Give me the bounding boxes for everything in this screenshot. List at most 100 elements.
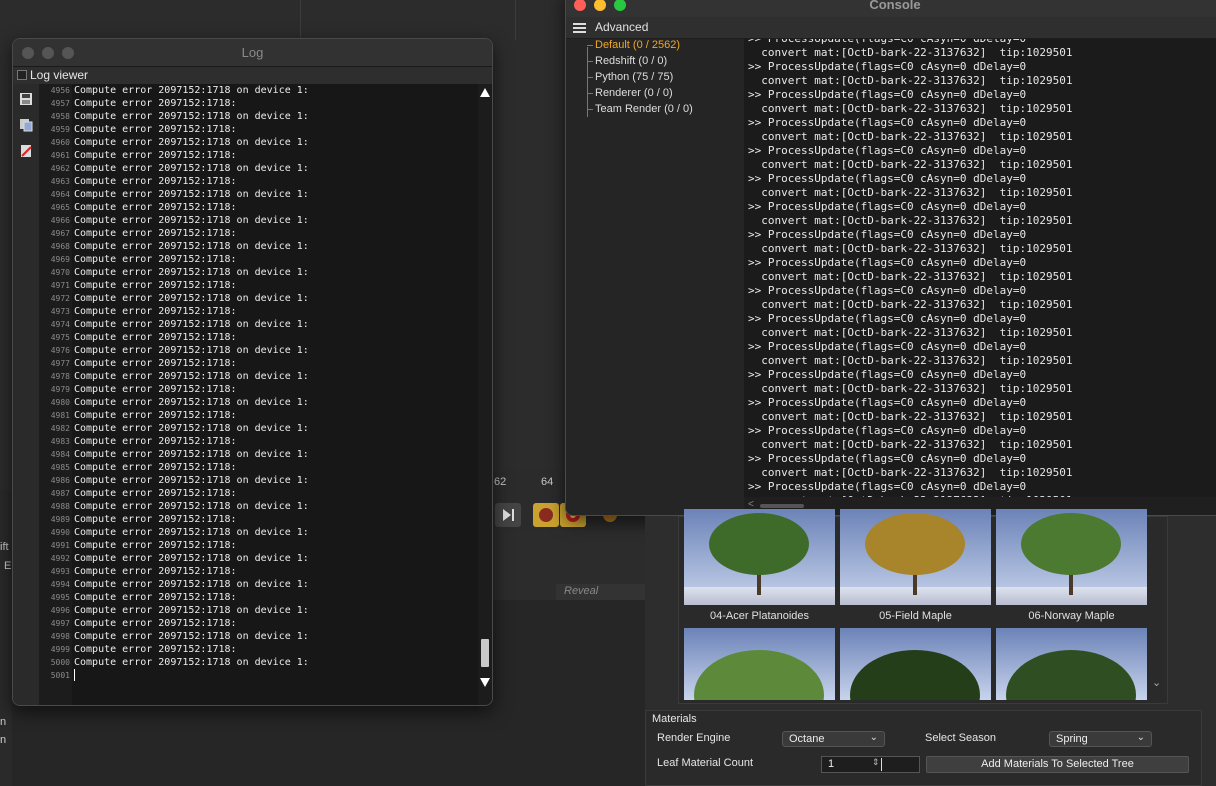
log-line-text: Compute error 2097152:1718 on device 1: bbox=[74, 605, 309, 616]
log-line-text: Compute error 2097152:1718: bbox=[74, 176, 237, 187]
tree-item-renderer[interactable]: Renderer (0 / 0) bbox=[595, 87, 673, 99]
season-select[interactable]: Spring ⌄ bbox=[1049, 731, 1152, 747]
reveal-field[interactable]: Reveal bbox=[556, 584, 646, 600]
log-line: 4992 Compute error 2097152:1718 on device… bbox=[39, 552, 478, 565]
log-line-text: Compute error 2097152:1718: bbox=[74, 618, 237, 629]
tree-thumbnail[interactable] bbox=[840, 628, 991, 700]
render-engine-value: Octane bbox=[789, 733, 825, 745]
line-number: 4967 bbox=[50, 229, 70, 238]
leaf-count-stepper[interactable]: 1 ⇕ bbox=[821, 756, 920, 773]
tree-item-redshift[interactable]: Redshift (0 / 0) bbox=[595, 55, 667, 67]
leaf-count-value: 1 bbox=[828, 758, 835, 770]
console-line: convert mat:[OctD-bark-22-3137632] tip:1… bbox=[748, 382, 1073, 395]
log-line-text: Compute error 2097152:1718: bbox=[74, 436, 237, 447]
log-line: 4981 Compute error 2097152:1718: bbox=[39, 409, 478, 422]
tree-item-team-render[interactable]: Team Render (0 / 0) bbox=[595, 103, 693, 115]
copy-log-button[interactable] bbox=[19, 118, 33, 132]
season-label: Select Season bbox=[925, 732, 996, 744]
scroll-up-icon[interactable] bbox=[480, 88, 490, 97]
log-line: 4970 Compute error 2097152:1718 on device… bbox=[39, 266, 478, 279]
timeline-frame-label: 64 bbox=[541, 476, 554, 488]
log-line: 4967 Compute error 2097152:1718: bbox=[39, 227, 478, 240]
save-log-button[interactable] bbox=[19, 92, 33, 106]
log-line: 4962 Compute error 2097152:1718 on device… bbox=[39, 162, 478, 175]
log-line-text: Compute error 2097152:1718: bbox=[74, 462, 237, 473]
line-number: 4996 bbox=[50, 606, 70, 615]
log-line: 4965 Compute error 2097152:1718: bbox=[39, 201, 478, 214]
log-lines: 4956 Compute error 2097152:1718 on device… bbox=[39, 84, 478, 682]
log-line-text: Compute error 2097152:1718: bbox=[74, 592, 237, 603]
console-line: convert mat:[OctD-bark-22-3137632] tip:1… bbox=[748, 186, 1073, 199]
menu-icon[interactable] bbox=[573, 23, 586, 33]
tree-thumbnail[interactable] bbox=[684, 509, 835, 605]
scroll-thumb[interactable] bbox=[481, 639, 489, 667]
stepper-arrows-icon[interactable]: ⇕ bbox=[872, 757, 880, 768]
log-viewer-checkbox[interactable] bbox=[17, 70, 27, 80]
console-line: >> ProcessUpdate(flags=C0 cAsyn=0 dDelay… bbox=[748, 396, 1027, 409]
clear-log-button[interactable] bbox=[19, 144, 33, 158]
console-output[interactable]: >> ProcessUpdate(flags=C0 cAsyn=0 dDelay… bbox=[744, 39, 1216, 497]
season-value: Spring bbox=[1056, 733, 1088, 745]
tree-thumbnail[interactable] bbox=[996, 509, 1147, 605]
line-number: 4990 bbox=[50, 528, 70, 537]
console-line: >> ProcessUpdate(flags=C0 cAsyn=0 dDelay… bbox=[748, 256, 1027, 269]
chevron-down-icon[interactable]: ⌄ bbox=[1152, 676, 1161, 689]
log-titlebar[interactable]: Log bbox=[13, 39, 492, 67]
goto-end-button[interactable] bbox=[495, 503, 521, 527]
line-number: 4987 bbox=[50, 489, 70, 498]
tree-thumbnail[interactable] bbox=[684, 628, 835, 700]
viewport-line bbox=[515, 0, 516, 40]
line-number: 4965 bbox=[50, 203, 70, 212]
tree-thumbnail[interactable] bbox=[840, 509, 991, 605]
log-line: 4995 Compute error 2097152:1718: bbox=[39, 591, 478, 604]
console-line: convert mat:[OctD-bark-22-3137632] tip:1… bbox=[748, 354, 1073, 367]
line-number: 4992 bbox=[50, 554, 70, 563]
tree-canopy bbox=[1021, 513, 1121, 575]
viewport-line bbox=[300, 0, 301, 38]
console-line: >> ProcessUpdate(flags=C0 cAsyn=0 dDelay… bbox=[748, 200, 1027, 213]
tree-connector bbox=[587, 61, 593, 62]
log-line-text: Compute error 2097152:1718 on device 1: bbox=[74, 475, 309, 486]
render-engine-select[interactable]: Octane ⌄ bbox=[782, 731, 885, 747]
console-line: convert mat:[OctD-bark-22-3137632] tip:1… bbox=[748, 438, 1073, 451]
line-number: 4983 bbox=[50, 437, 70, 446]
console-line: convert mat:[OctD-bark-22-3137632] tip:1… bbox=[748, 466, 1073, 479]
log-scrollbar[interactable] bbox=[478, 84, 492, 705]
console-titlebar[interactable]: Console bbox=[566, 0, 1216, 17]
tree-item-default[interactable]: Default (0 / 2562) bbox=[595, 39, 680, 51]
hscroll-thumb[interactable] bbox=[760, 504, 804, 508]
log-line-text: Compute error 2097152:1718 on device 1: bbox=[74, 111, 309, 122]
scroll-down-icon[interactable] bbox=[480, 678, 490, 687]
render-engine-label: Render Engine bbox=[657, 732, 731, 744]
advanced-menu[interactable]: Advanced bbox=[595, 20, 648, 34]
log-line-text: Compute error 2097152:1718: bbox=[74, 566, 237, 577]
console-line: >> ProcessUpdate(flags=C0 cAsyn=0 dDelay… bbox=[748, 39, 1073, 46]
log-line-text: Compute error 2097152:1718: bbox=[74, 540, 237, 551]
console-line: convert mat:[OctD-bark-22-3137632] tip:1… bbox=[748, 270, 1073, 283]
text-cursor bbox=[74, 669, 75, 681]
line-number: 4971 bbox=[50, 281, 70, 290]
log-line: 4986 Compute error 2097152:1718 on device… bbox=[39, 474, 478, 487]
tree-item-python[interactable]: Python (75 / 75) bbox=[595, 71, 673, 83]
line-number: 4993 bbox=[50, 567, 70, 576]
log-line-text: Compute error 2097152:1718: bbox=[74, 514, 237, 525]
log-line: 4956 Compute error 2097152:1718 on device… bbox=[39, 84, 478, 97]
tree-connector bbox=[587, 93, 593, 94]
tree-thumbnail[interactable] bbox=[996, 628, 1147, 700]
line-number: 4994 bbox=[50, 580, 70, 589]
log-line: 4959 Compute error 2097152:1718: bbox=[39, 123, 478, 136]
add-materials-button[interactable]: Add Materials To Selected Tree bbox=[926, 756, 1189, 773]
tree-connector bbox=[587, 77, 593, 78]
line-number: 5001 bbox=[50, 671, 70, 680]
log-line: 4987 Compute error 2097152:1718: bbox=[39, 487, 478, 500]
log-text-area[interactable]: 4956 Compute error 2097152:1718 on device… bbox=[39, 84, 478, 705]
console-menubar: Advanced bbox=[566, 17, 1216, 39]
log-line: 4982 Compute error 2097152:1718 on device… bbox=[39, 422, 478, 435]
line-number: 4995 bbox=[50, 593, 70, 602]
record-autokey-button[interactable] bbox=[533, 503, 559, 527]
log-line-text: Compute error 2097152:1718 on device 1: bbox=[74, 241, 309, 252]
line-number: 4997 bbox=[50, 619, 70, 628]
line-number: 4982 bbox=[50, 424, 70, 433]
console-line: convert mat:[OctD-bark-22-3137632] tip:1… bbox=[748, 410, 1073, 423]
log-line: 4966 Compute error 2097152:1718 on device… bbox=[39, 214, 478, 227]
